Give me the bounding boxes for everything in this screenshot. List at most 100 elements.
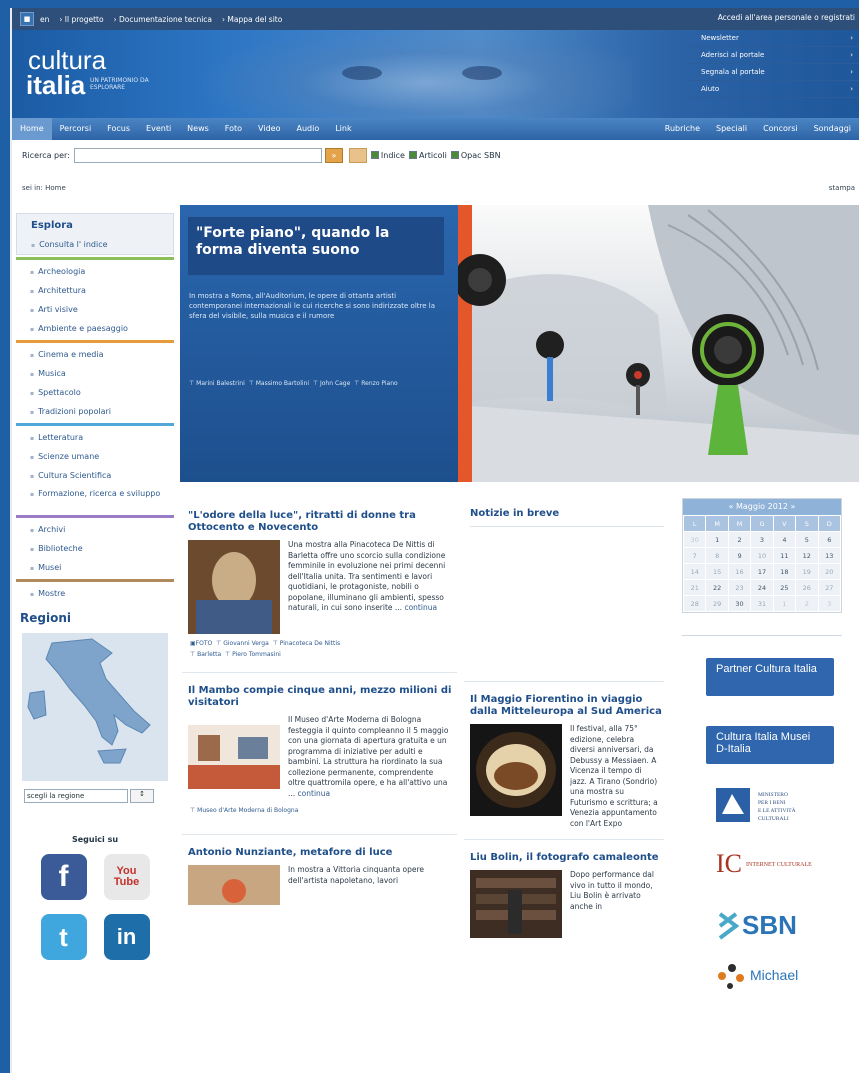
hero-title[interactable]: "Forte piano", quando la forma diventa s…	[196, 225, 436, 259]
aderisci-link[interactable]: Aderisci al portale	[689, 47, 859, 64]
logo-italia[interactable]: italia	[26, 72, 85, 98]
nav-eventi[interactable]: Eventi	[138, 118, 179, 140]
aiuto-link[interactable]: Aiuto	[689, 81, 859, 98]
linkedin-icon[interactable]: in	[103, 914, 150, 960]
calendar-day[interactable]: 31	[750, 595, 774, 612]
nav-rubriche[interactable]: Rubriche	[657, 118, 708, 140]
doc-tecnica-link[interactable]: › Documentazione tecnica	[114, 15, 212, 24]
tag[interactable]: ▣FOTO	[190, 640, 212, 647]
calendar-day[interactable]: 19	[795, 563, 819, 580]
tag[interactable]: ⊤ Barletta	[190, 651, 221, 658]
sidebar-item-spettacolo[interactable]: Spettacolo	[16, 383, 174, 402]
calendar-day[interactable]: 12	[795, 547, 819, 564]
newsletter-link[interactable]: Newsletter	[689, 30, 859, 47]
nav-speciali[interactable]: Speciali	[708, 118, 755, 140]
check-indice-box[interactable]	[370, 151, 379, 159]
sidebar-item-musei[interactable]: Musei	[16, 558, 174, 577]
mappa-sito-link[interactable]: › Mappa del sito	[222, 15, 282, 24]
internet-culturale-logo[interactable]: IC INTERNET CULTURALE	[710, 842, 859, 882]
article-title[interactable]: Il Maggio Fiorentino in viaggio dalla Mi…	[470, 694, 664, 718]
tag[interactable]: ⊤ Museo d'Arte Moderna di Bologna	[190, 807, 298, 814]
search-input[interactable]	[73, 147, 322, 163]
calendar-day[interactable]: 8	[705, 547, 729, 564]
sidebar-item-cultura-scientifica[interactable]: Cultura Scientifica	[16, 466, 174, 485]
continua-link[interactable]: continua	[298, 789, 331, 798]
segnala-link[interactable]: Segnala al portale	[689, 64, 859, 81]
italy-map[interactable]	[22, 633, 168, 781]
consulta-indice-link[interactable]: Consulta l' indice	[17, 235, 173, 254]
calendar-day[interactable]: 16	[727, 563, 752, 580]
nav-video[interactable]: Video	[250, 118, 288, 140]
calendar-day[interactable]: 4	[772, 531, 797, 548]
article-title[interactable]: "L'odore della luce", ritratti di donne …	[188, 510, 457, 534]
calendar-day[interactable]: 6	[817, 531, 842, 548]
calendar-day[interactable]: 1	[705, 531, 729, 548]
sidebar-item-archeologia[interactable]: Archeologia	[16, 262, 174, 281]
sidebar-item-architettura[interactable]: Architettura	[16, 281, 174, 300]
region-select[interactable]: scegli la regione ↕	[24, 789, 174, 803]
nav-link[interactable]: Link	[327, 118, 359, 140]
calendar-day[interactable]: 21	[682, 579, 707, 596]
calendar-day[interactable]: 5	[795, 531, 819, 548]
article-title[interactable]: Liu Bolin, il fotografo camaleonte	[470, 852, 664, 864]
search-button[interactable]: »	[324, 147, 343, 163]
calendar-day[interactable]: 23	[727, 579, 752, 596]
sidebar-item-arti-visive[interactable]: Arti visive	[16, 300, 174, 319]
logo-cultura[interactable]: cultura	[28, 47, 106, 73]
musei-d-italia-banner[interactable]: Cultura Italia Musei D-Italia	[706, 726, 834, 764]
sidebar-item-biblioteche[interactable]: Biblioteche	[16, 539, 174, 558]
check-indice[interactable]: Indice	[370, 151, 405, 160]
progetto-link[interactable]: › Il progetto	[59, 15, 103, 24]
nav-foto[interactable]: Foto	[217, 118, 250, 140]
calendar-day[interactable]: 2	[727, 531, 752, 548]
hero-tag[interactable]: ⊤ John Cage	[313, 380, 350, 387]
calendar-day[interactable]: 18	[772, 563, 797, 580]
calendar-day[interactable]: 22	[705, 579, 729, 596]
tag[interactable]: ⊤ Piero Tommasini	[225, 651, 281, 658]
login-link[interactable]: Accedi all'area personale o registrati	[718, 13, 855, 22]
article-title[interactable]: Antonio Nunziante, metafore di luce	[188, 847, 457, 859]
calendar-day[interactable]: 30	[727, 595, 752, 612]
calendar-day[interactable]: 26	[795, 579, 819, 596]
tag[interactable]: ⊤ Pinacoteca De Nittis	[273, 640, 341, 647]
twitter-icon[interactable]: t	[40, 914, 87, 960]
article-title[interactable]: Il Mambo compie cinque anni, mezzo milio…	[188, 685, 457, 709]
calendar-day[interactable]: 11	[772, 547, 797, 564]
sidebar-item-musica[interactable]: Musica	[16, 364, 174, 383]
check-articoli-box[interactable]	[408, 151, 417, 159]
nav-home[interactable]: Home	[12, 118, 52, 140]
calendar-day[interactable]: 29	[705, 595, 729, 612]
lang-link[interactable]: en	[40, 15, 49, 24]
sidebar-item-mostre[interactable]: Mostre	[16, 584, 174, 603]
youtube-icon[interactable]: You Tube	[103, 854, 150, 900]
nav-news[interactable]: News	[179, 118, 217, 140]
nav-sondaggi[interactable]: Sondaggi	[806, 118, 859, 140]
region-select-arrow-icon[interactable]: ↕	[130, 789, 154, 803]
calendar-day[interactable]: 28	[682, 595, 707, 612]
sidebar-item-tradizioni[interactable]: Tradizioni popolari	[16, 402, 174, 421]
nav-percorsi[interactable]: Percorsi	[52, 118, 100, 140]
nav-concorsi[interactable]: Concorsi	[755, 118, 806, 140]
sidebar-item-ambiente[interactable]: Ambiente e paesaggio	[16, 319, 174, 338]
hero-tag[interactable]: ⊤ Massimo Bartolini	[249, 380, 309, 387]
calendar-day[interactable]: 20	[817, 563, 842, 580]
calendar-day[interactable]: 14	[682, 563, 707, 580]
calendar-day[interactable]: 1	[772, 595, 797, 612]
sbn-logo[interactable]: SBN	[710, 900, 859, 944]
michael-logo[interactable]: Michael	[710, 956, 859, 996]
article-thumbnail[interactable]	[470, 870, 562, 938]
sidebar-item-formazione[interactable]: Formazione, ricerca e sviluppo	[16, 485, 174, 513]
sidebar-item-scienze-umane[interactable]: Scienze umane	[16, 447, 174, 466]
calendar-day[interactable]: 15	[705, 563, 729, 580]
calendar-day[interactable]: 30	[682, 531, 707, 548]
nav-audio[interactable]: Audio	[288, 118, 327, 140]
check-opac[interactable]: Opac SBN	[450, 151, 501, 160]
article-thumbnail[interactable]	[470, 724, 562, 816]
calendar-day[interactable]: 24	[750, 579, 774, 596]
advanced-search-icon[interactable]	[348, 147, 367, 163]
calendar-day[interactable]: 27	[817, 579, 842, 596]
tag[interactable]: ⊤ Giovanni Verga	[216, 640, 269, 647]
article-thumbnail[interactable]	[188, 725, 280, 789]
calendar-day[interactable]: 17	[750, 563, 774, 580]
calendar-day[interactable]: 9	[727, 547, 752, 564]
